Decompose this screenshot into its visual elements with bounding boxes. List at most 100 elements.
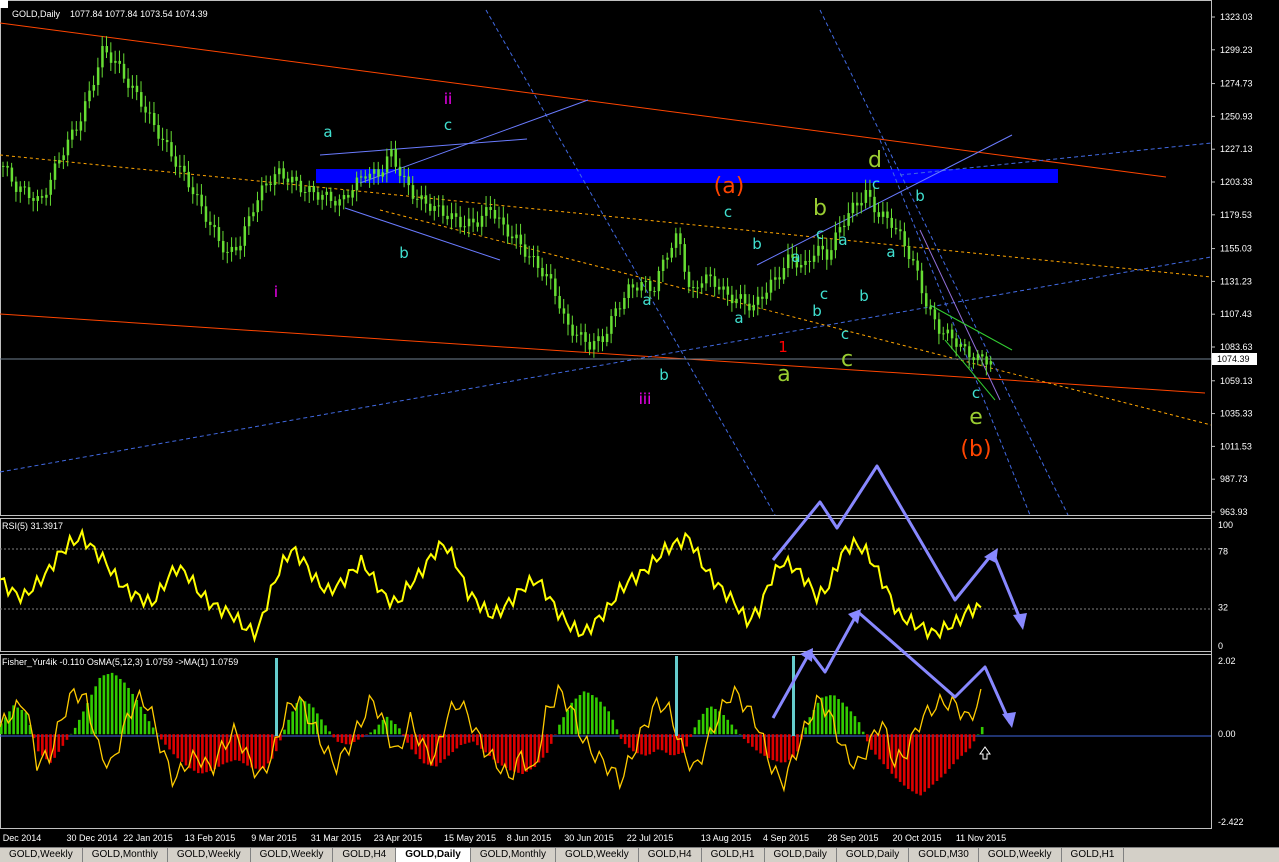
wave-label: i bbox=[274, 283, 278, 301]
histogram-bar bbox=[340, 734, 344, 744]
tab-4[interactable]: GOLD,H4 bbox=[333, 848, 397, 862]
candle-body bbox=[394, 149, 397, 167]
x-tick-label: 30 Jun 2015 bbox=[564, 833, 614, 843]
tab-7[interactable]: GOLD,Weekly bbox=[556, 848, 639, 862]
lower-channel-line bbox=[0, 313, 1206, 394]
histogram-bar bbox=[291, 711, 294, 735]
candle-body bbox=[187, 171, 190, 188]
histogram-bar bbox=[591, 695, 594, 735]
wave-labels: aiicbi(a)cbabiiiabcaabccacdcbabce(b)1 bbox=[274, 90, 992, 462]
tab-3[interactable]: GOLD,Weekly bbox=[251, 848, 334, 862]
histogram-bar bbox=[775, 734, 779, 762]
tab-10[interactable]: GOLD,Daily bbox=[765, 848, 837, 862]
histogram-bar bbox=[451, 734, 455, 753]
wave-label: iii bbox=[639, 390, 652, 408]
tab-5[interactable]: GOLD,Daily bbox=[396, 848, 471, 862]
histogram-bar bbox=[566, 709, 569, 735]
candle-body bbox=[334, 200, 337, 206]
candle-body bbox=[567, 313, 570, 325]
candle-body bbox=[114, 60, 117, 63]
histogram-bar bbox=[726, 719, 730, 735]
rsi-y-ticks: 100 78 32 0 bbox=[1218, 520, 1233, 651]
candle-body bbox=[148, 112, 152, 114]
tab-1[interactable]: GOLD,Monthly bbox=[83, 848, 168, 862]
wave-label: a bbox=[791, 248, 800, 266]
candle-body bbox=[282, 168, 285, 179]
tab-13[interactable]: GOLD,Weekly bbox=[979, 848, 1062, 862]
tab-0[interactable]: GOLD,Weekly bbox=[0, 848, 83, 862]
candle-body bbox=[950, 329, 954, 339]
histogram-bar bbox=[102, 675, 106, 735]
fisher-tick-label: -2.422 bbox=[1218, 817, 1244, 827]
tab-11[interactable]: GOLD,Daily bbox=[837, 848, 910, 862]
candle-body bbox=[498, 217, 501, 219]
candle-body bbox=[713, 276, 717, 287]
histogram-bar bbox=[73, 727, 77, 735]
price-tick-label: 1179.53 bbox=[1220, 210, 1252, 220]
candle-body bbox=[152, 112, 156, 126]
histogram-bar bbox=[168, 734, 171, 750]
tab-14[interactable]: GOLD,H1 bbox=[1062, 848, 1125, 862]
candle-body bbox=[627, 284, 630, 298]
chart-canvas[interactable]: aiicbi(a)cbabiiiabcaabccacdcbabce(b)1 13… bbox=[0, 0, 1279, 861]
histogram-bar bbox=[853, 716, 857, 735]
candle-body bbox=[428, 203, 432, 211]
histogram-bar bbox=[882, 734, 885, 765]
histogram-bar bbox=[952, 734, 955, 765]
blue-dashed-diagonal-3 bbox=[879, 139, 1031, 516]
candle-body bbox=[101, 46, 104, 68]
histogram-bar bbox=[935, 734, 939, 781]
histogram-bar bbox=[283, 729, 286, 735]
candle-body bbox=[597, 336, 600, 342]
histogram-bar bbox=[783, 734, 787, 763]
candle-body bbox=[774, 277, 777, 280]
candle-body bbox=[890, 217, 893, 228]
candle-body bbox=[963, 344, 967, 347]
candle-body bbox=[579, 332, 583, 335]
fisher-title: Fisher_Yur4ik -0.110 OsMA(5,12,3) 1.0759… bbox=[2, 657, 238, 667]
wave-label: b bbox=[812, 302, 822, 320]
histogram-bar bbox=[677, 734, 680, 755]
wave-label: c bbox=[820, 285, 828, 303]
candle-body bbox=[161, 138, 165, 140]
histogram-bar bbox=[180, 734, 184, 762]
histogram-bar bbox=[599, 701, 602, 735]
candle-body bbox=[178, 165, 182, 167]
tab-6[interactable]: GOLD,Monthly bbox=[471, 848, 556, 862]
candle-body bbox=[131, 85, 134, 88]
tab-8[interactable]: GOLD,H4 bbox=[639, 848, 702, 862]
histogram-bar bbox=[287, 719, 290, 735]
candle-body bbox=[32, 198, 35, 201]
histogram-bar bbox=[262, 734, 266, 769]
candle-body bbox=[830, 250, 833, 260]
tab-9[interactable]: GOLD,H1 bbox=[702, 848, 765, 862]
candle-body bbox=[467, 218, 471, 227]
candle-body bbox=[912, 259, 915, 261]
histogram-bar bbox=[697, 719, 701, 735]
wave-label: d bbox=[868, 148, 882, 173]
candle-body bbox=[920, 270, 924, 294]
tab-2[interactable]: GOLD,Weekly bbox=[168, 848, 251, 862]
histogram-bar bbox=[508, 734, 512, 771]
candle-body bbox=[756, 296, 760, 305]
purple-line-1 bbox=[919, 229, 1001, 401]
candle-body bbox=[588, 341, 592, 350]
candle-body bbox=[536, 256, 540, 268]
candle-body bbox=[204, 206, 208, 222]
candle-body bbox=[972, 357, 975, 361]
candle-body bbox=[256, 200, 259, 213]
histogram-bar bbox=[381, 719, 385, 735]
candle-body bbox=[463, 226, 466, 228]
histogram-bar bbox=[902, 734, 906, 786]
histogram-bar bbox=[16, 707, 20, 735]
candle-body bbox=[653, 291, 656, 293]
histogram-bar bbox=[664, 734, 668, 753]
histogram-bar bbox=[956, 734, 959, 760]
candle-body bbox=[623, 297, 626, 309]
histogram-bar bbox=[705, 707, 709, 735]
price-tick-label: 1227.13 bbox=[1220, 144, 1253, 154]
price-panel: aiicbi(a)cbabiiiabcaabccacdcbabce(b)1 13… bbox=[0, 0, 1257, 517]
wave-label: a bbox=[642, 291, 651, 309]
histogram-bar bbox=[668, 734, 672, 756]
tab-12[interactable]: GOLD,M30 bbox=[909, 848, 979, 862]
